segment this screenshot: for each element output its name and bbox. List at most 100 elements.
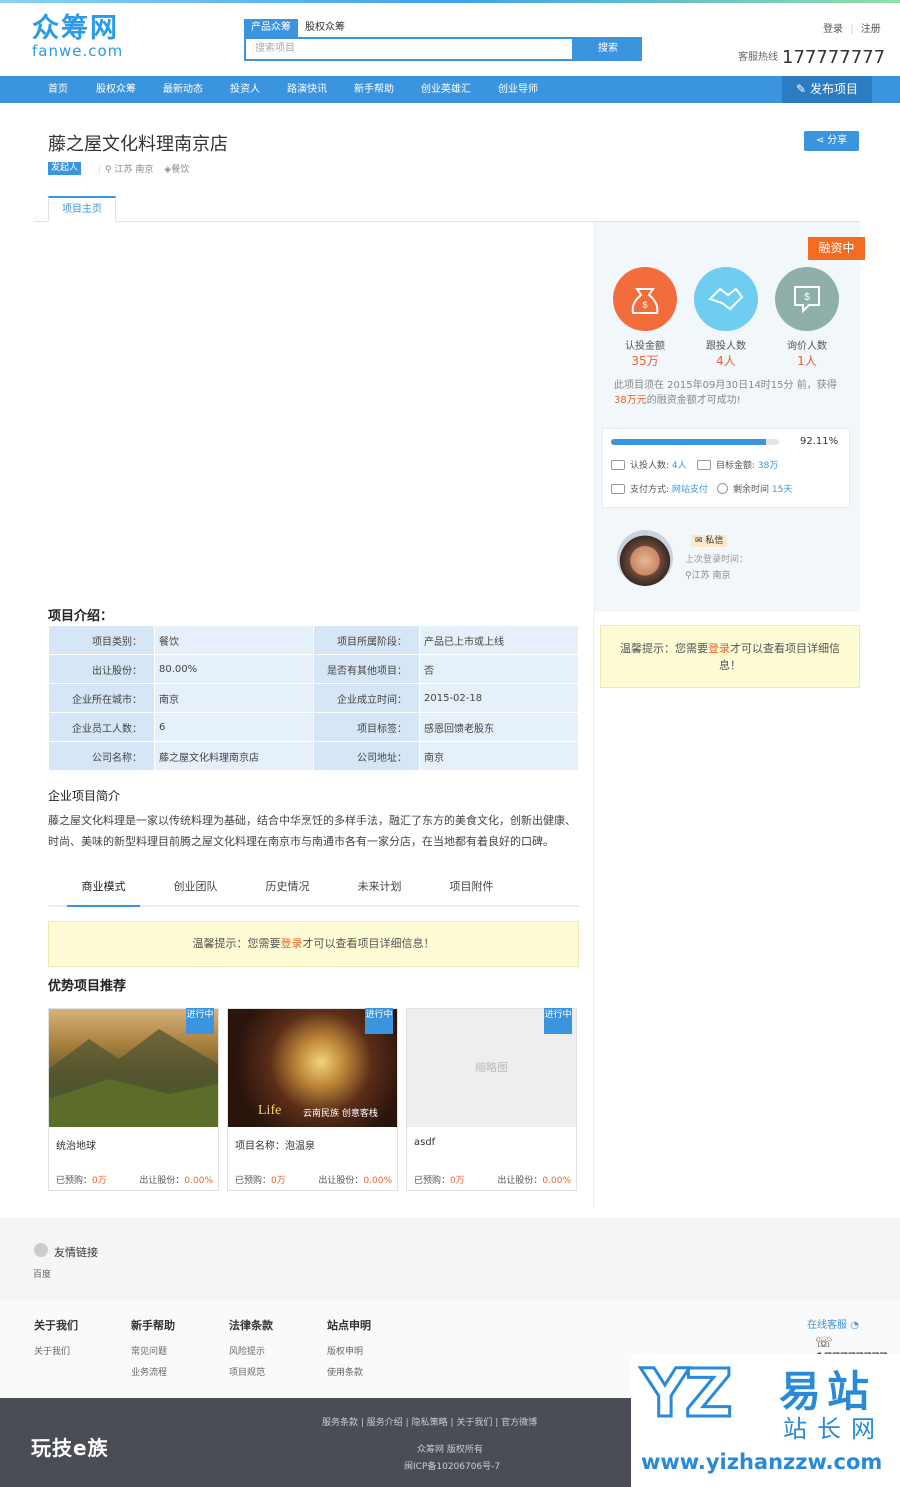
handshake-glyph (694, 267, 758, 331)
tip-login-link[interactable]: 登录 (708, 642, 730, 655)
intro-heading: 企业项目简介 (48, 789, 121, 803)
nav-item-equity[interactable]: 股权众筹 (96, 76, 136, 103)
tab-project-home[interactable]: 项目主页 (48, 196, 116, 222)
deadline-prefix: 此项目须在 2015年09月30日14时15分 前，获得 (614, 380, 837, 391)
search-tab-equity[interactable]: 股权众筹 (298, 19, 352, 37)
info-value: 藤之屋文化料理南京店 (154, 741, 314, 771)
tip-suffix: 才可以查看项目详细信息！ (302, 937, 435, 950)
project-card[interactable]: 缩略图 进行中 asdf 已预购：0万 出让股份：0.00% (406, 1008, 577, 1191)
footer-col-legal: 法律条款 风险提示 项目规范 (229, 1317, 273, 1384)
nav-item-investors[interactable]: 投资人 (230, 76, 260, 103)
share-button[interactable]: ⋖ 分享 (804, 131, 859, 151)
footer-col-title: 关于我们 (34, 1319, 78, 1332)
nav-item-heroes[interactable]: 创业英雄汇 (421, 76, 471, 103)
nav-item-help[interactable]: 新手帮助 (354, 76, 394, 103)
search-button[interactable]: 搜索 (574, 37, 642, 61)
footer-link[interactable]: 使用条款 (327, 1363, 371, 1384)
online-service-link[interactable]: 在线客服 ◔ (807, 1316, 859, 1331)
info-key: 出让股份： (48, 654, 155, 684)
friend-link[interactable]: 百度 (33, 1267, 51, 1280)
mail-icon: ✉ (695, 536, 706, 546)
auth-divider: | (850, 24, 854, 35)
initiator-tag[interactable]: 发起人 (48, 162, 82, 175)
footer-link[interactable]: 风险提示 (229, 1342, 273, 1363)
nav-item-news[interactable]: 最新动态 (163, 76, 203, 103)
share-info: 出让股份：0.00% (139, 1173, 213, 1186)
search-tabs: 产品众筹 股权众筹 (244, 19, 352, 37)
tab-attachments[interactable]: 项目附件 (435, 875, 508, 907)
site-logo[interactable]: 众筹网 fanwe.com (32, 13, 124, 60)
share-info: 出让股份：0.00% (318, 1173, 392, 1186)
money-bag-glyph: $ (613, 267, 677, 331)
logo-en: fanwe.com (32, 42, 124, 60)
bottom-link[interactable]: 关于我们 (456, 1418, 492, 1428)
main-login-tip: 温馨提示：您需要登录才可以查看项目详细信息！ (48, 921, 579, 967)
footer-link[interactable]: 版权申明 (327, 1342, 371, 1363)
progress-bar-fill (611, 439, 766, 445)
tab-team[interactable]: 创业团队 (159, 875, 232, 907)
info-heading: 项目介绍： (48, 609, 114, 624)
footer-col-title: 站点申明 (327, 1319, 371, 1332)
handshake-icon (694, 267, 758, 331)
intro-text: 藤之屋文化料理是一家以传统料理为基础，结合中华烹饪的多样手法，融汇了东方的美食文… (48, 814, 576, 848)
project-category-tag: 餐饮 (171, 165, 190, 175)
share-label: 出让股份： (318, 1176, 364, 1186)
bottom-link[interactable]: 服务条款 (322, 1418, 358, 1428)
tip-prefix: 温馨提示：您需要 (192, 937, 281, 950)
raised-label: 已预购： (414, 1176, 451, 1186)
icp-number[interactable]: 闽ICP备10206706号-7 (404, 1459, 500, 1472)
footer-link[interactable]: 关于我们 (34, 1342, 78, 1363)
svg-text:$: $ (642, 300, 647, 310)
progress-percent: 92.11% (800, 436, 839, 447)
logo-cn: 众筹网 (32, 13, 119, 44)
project-card[interactable]: Life 云南民族 创意客栈 进行中 项目名称：泡温泉 已预购：0万 出让股份：… (227, 1008, 398, 1191)
tip-login-link[interactable]: 登录 (281, 937, 303, 950)
login-link[interactable]: 登录 (823, 24, 843, 35)
publish-project-button[interactable]: ✎ 发布项目 (782, 76, 872, 103)
nav-item-home[interactable]: 首页 (48, 76, 68, 103)
info-key: 企业所在城市： (48, 683, 155, 713)
stat-payment-value: 网站支付 (671, 485, 708, 495)
bottom-link[interactable]: 隐私策略 (412, 1418, 448, 1428)
card-name[interactable]: 统治地球 (56, 1137, 96, 1152)
card-name[interactable]: 项目名称：泡温泉 (235, 1137, 315, 1152)
detail-tabs: 商业模式 创业团队 历史情况 未来计划 项目附件 (48, 875, 579, 907)
footer-link[interactable]: 常见问题 (131, 1342, 175, 1363)
bottom-link[interactable]: 服务介绍 (367, 1418, 403, 1428)
info-value: 感恩回馈老股东 (419, 712, 579, 742)
status-ribbon: 融资中 (808, 237, 865, 260)
info-value: 南京 (154, 683, 314, 713)
circle-value-followers: 4人 (716, 354, 736, 368)
nav-item-mentors[interactable]: 创业导师 (498, 76, 538, 103)
stat-investors-label: 认投人数: (630, 461, 670, 471)
circle-label-followers: 跟投人数 (706, 341, 746, 352)
table-row: 出让股份： 80.00% 是否有其他项目： 否 (48, 654, 579, 684)
recommend-heading: 优势项目推荐 (48, 979, 127, 994)
tab-history[interactable]: 历史情况 (251, 875, 324, 907)
stat-payment-label: 支付方式: (630, 485, 670, 495)
user-location-pin-icon: ⚲ (685, 571, 692, 581)
search-tab-product[interactable]: 产品众筹 (244, 19, 298, 37)
tab-future-plan[interactable]: 未来计划 (343, 875, 416, 907)
stat-target: 目标金额: 38万 (697, 458, 778, 471)
column-divider (593, 612, 594, 1207)
hotel-caption: 云南民族 创意客栈 (303, 1109, 378, 1119)
svg-text:$: $ (804, 292, 810, 303)
private-message-button[interactable]: ✉ 私信 (691, 535, 728, 547)
footer-link[interactable]: 业务流程 (131, 1363, 175, 1384)
user-location: ⚲江苏 南京 (685, 568, 730, 581)
footer-link[interactable]: 项目规范 (229, 1363, 273, 1384)
register-link[interactable]: 注册 (861, 24, 881, 35)
project-title: 藤之屋文化料理南京店 (48, 134, 228, 155)
project-card[interactable]: 进行中 统治地球 已预购：0万 出让股份：0.00% (48, 1008, 219, 1191)
nav-item-roadshow[interactable]: 路演快讯 (287, 76, 327, 103)
tab-business-model[interactable]: 商业模式 (67, 875, 140, 907)
info-key: 公司地址： (313, 741, 420, 771)
bottom-link[interactable]: 官方微博 (501, 1418, 537, 1428)
hotline-label: 客服热线 (738, 52, 778, 63)
deadline-text: 此项目须在 2015年09月30日14时15分 前，获得 38万元的融资金额才可成… (614, 378, 844, 408)
search-input[interactable]: 搜索项目 (244, 37, 574, 61)
card-name[interactable]: asdf (414, 1137, 435, 1148)
avatar[interactable] (617, 530, 673, 586)
info-key: 企业员工人数： (48, 712, 155, 742)
